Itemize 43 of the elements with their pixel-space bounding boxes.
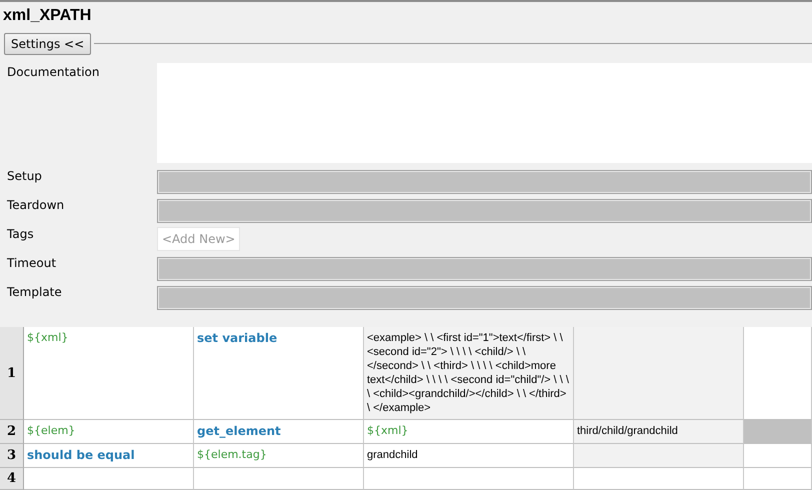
field-label: Setup	[6, 168, 43, 183]
field-label: Timeout	[6, 255, 58, 270]
variable-text: ${elem}	[27, 424, 76, 437]
table-cell[interactable]	[574, 444, 744, 468]
field-label: Teardown	[6, 197, 66, 212]
keyword-text: set variable	[197, 331, 278, 345]
table-cell[interactable]	[364, 327, 574, 420]
row-number: 2	[0, 420, 24, 444]
argument-text: grandchild	[367, 449, 418, 461]
table-cell[interactable]: ${xml}	[24, 327, 194, 420]
field-label: Tags	[6, 226, 35, 241]
field-label: Documentation	[6, 64, 101, 79]
variable-text: ${xml}	[367, 424, 408, 437]
row-number: 1	[0, 327, 24, 420]
add-tag-button[interactable]: <Add New>	[157, 227, 240, 251]
field-label: Template	[6, 284, 63, 299]
table-cell[interactable]: grandchild	[364, 444, 574, 468]
row-number: 3	[0, 444, 24, 468]
variable-text: ${xml}	[27, 331, 68, 344]
table-cell[interactable]	[574, 327, 744, 420]
table-cell[interactable]: get_element	[194, 420, 364, 444]
table-cell[interactable]: should be equal	[24, 444, 194, 468]
table-cell[interactable]	[574, 468, 744, 490]
table-cell[interactable]: ${elem}	[24, 420, 194, 444]
table-cell[interactable]	[744, 468, 812, 490]
table-cell[interactable]	[24, 468, 194, 490]
variable-text: ${elem.tag}	[197, 448, 267, 461]
keyword-text: get_element	[197, 424, 281, 438]
table-cell[interactable]	[194, 468, 364, 490]
table-cell[interactable]	[744, 420, 812, 444]
row-number: 4	[0, 468, 24, 490]
argument-text: third/child/grandchild	[577, 425, 678, 437]
table-cell[interactable]	[364, 468, 574, 490]
table-cell[interactable]: third/child/grandchild	[574, 420, 744, 444]
table-cell[interactable]: ${elem.tag}	[194, 444, 364, 468]
settings-toggle-button[interactable]: Settings <<	[4, 32, 92, 55]
table-cell[interactable]	[744, 444, 812, 468]
argument-text: <example> \ \ <first id="1">text</first> \ \ <second id="2"> \ \ \ \ <child/> \ \ </second> \ \ <third> \ \ \ \ <child>more text</child> \ \ \ \ <second id="child"/> \ \ \ \ <child><grandchild/></child> \ \ </third> \ </example>	[367, 332, 569, 414]
table-cell[interactable]: ${xml}	[364, 420, 574, 444]
table-cell[interactable]	[744, 327, 812, 420]
table-cell[interactable]: set variable	[194, 327, 364, 420]
test-title: xml_XPATH	[2, 6, 92, 26]
keyword-text: should be equal	[27, 448, 135, 462]
